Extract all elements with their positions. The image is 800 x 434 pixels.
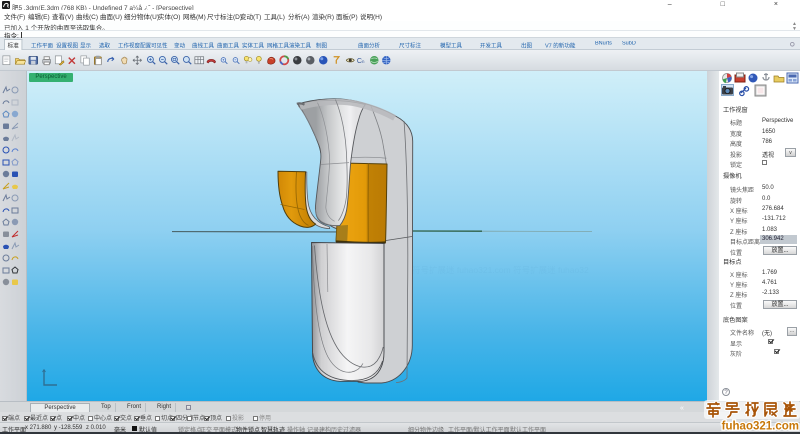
svg-text:符号扩展迷 fuhao321.com 符号扩展迷 fuhao: 符号扩展迷 fuhao321.com 符号扩展迷 fuhao32 — [412, 265, 589, 275]
svg-text:Cn: Cn — [357, 58, 365, 65]
